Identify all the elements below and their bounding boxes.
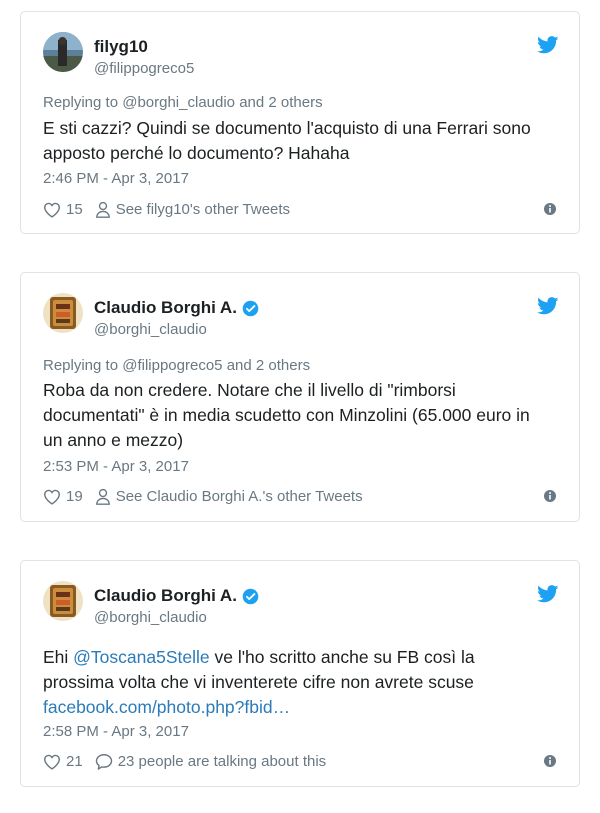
person-icon [95, 201, 110, 218]
tweet-actions: 15 See filyg10's other Tweets [43, 201, 559, 218]
reply-mention-link[interactable]: @borghi_claudio [122, 94, 235, 111]
heart-icon [43, 202, 61, 218]
user-handle[interactable]: @borghi_claudio [94, 321, 207, 338]
like-button[interactable]: 21 [43, 753, 83, 770]
like-button[interactable]: 15 [43, 201, 83, 218]
see-other-tweets-link[interactable]: See filyg10's other Tweets [95, 201, 290, 218]
avatar[interactable] [43, 581, 83, 621]
mention-link[interactable]: @Toscana5Stelle [73, 647, 209, 667]
heart-icon [43, 489, 61, 505]
tweet-actions: 19 See Claudio Borghi A.'s other Tweets [43, 488, 559, 505]
tweet-timestamp[interactable]: 2:46 PM - Apr 3, 2017 [43, 170, 189, 187]
twitter-bird-icon[interactable] [537, 36, 559, 54]
like-count: 19 [66, 488, 83, 505]
user-handle[interactable]: @borghi_claudio [94, 609, 207, 626]
tweet-actions: 21 23 people are talking about this [43, 753, 559, 770]
tweet-timestamp[interactable]: 2:53 PM - Apr 3, 2017 [43, 458, 189, 475]
display-name[interactable]: Claudio Borghi A. [94, 298, 259, 318]
twitter-bird-icon[interactable] [537, 585, 559, 603]
like-button[interactable]: 19 [43, 488, 83, 505]
like-count: 21 [66, 753, 83, 770]
tweet-text: E sti cazzi? Quindi se documento l'acqui… [43, 118, 531, 163]
display-name[interactable]: filyg10 [94, 37, 148, 57]
info-icon[interactable] [543, 489, 557, 503]
avatar[interactable] [43, 293, 83, 333]
heart-icon [43, 754, 61, 770]
facebook-link[interactable]: facebook.com/photo.php?fbid… [43, 695, 553, 720]
info-icon[interactable] [543, 202, 557, 216]
reply-context: Replying to @filippogreco5 and 2 others [43, 357, 311, 374]
tweet-card: filyg10 @filippogreco5 Replying to @borg… [20, 11, 580, 234]
info-icon[interactable] [543, 754, 557, 768]
reply-context: Replying to @borghi_claudio and 2 others [43, 94, 323, 111]
tweet-text: Ehi @Toscana5Stelle ve l'ho scritto anch… [43, 645, 553, 720]
user-handle[interactable]: @filippogreco5 [94, 60, 194, 77]
tweet-card: Claudio Borghi A. @borghi_claudio Replyi… [20, 272, 580, 522]
tweet-card: Claudio Borghi A. @borghi_claudio Ehi @T… [20, 560, 580, 787]
tweet-timestamp[interactable]: 2:58 PM - Apr 3, 2017 [43, 723, 189, 740]
reply-mention-link[interactable]: @filippogreco5 [122, 357, 222, 374]
twitter-bird-icon[interactable] [537, 297, 559, 315]
display-name[interactable]: Claudio Borghi A. [94, 586, 259, 606]
avatar[interactable] [43, 32, 83, 72]
conversation-link[interactable]: 23 people are talking about this [95, 753, 326, 770]
verified-icon [242, 300, 259, 316]
verified-icon [242, 588, 259, 604]
comment-icon [95, 754, 112, 770]
see-other-tweets-link[interactable]: See Claudio Borghi A.'s other Tweets [95, 488, 363, 505]
tweet-text: Roba da non credere. Notare che il livel… [43, 380, 530, 450]
person-icon [95, 488, 110, 505]
like-count: 15 [66, 201, 83, 218]
